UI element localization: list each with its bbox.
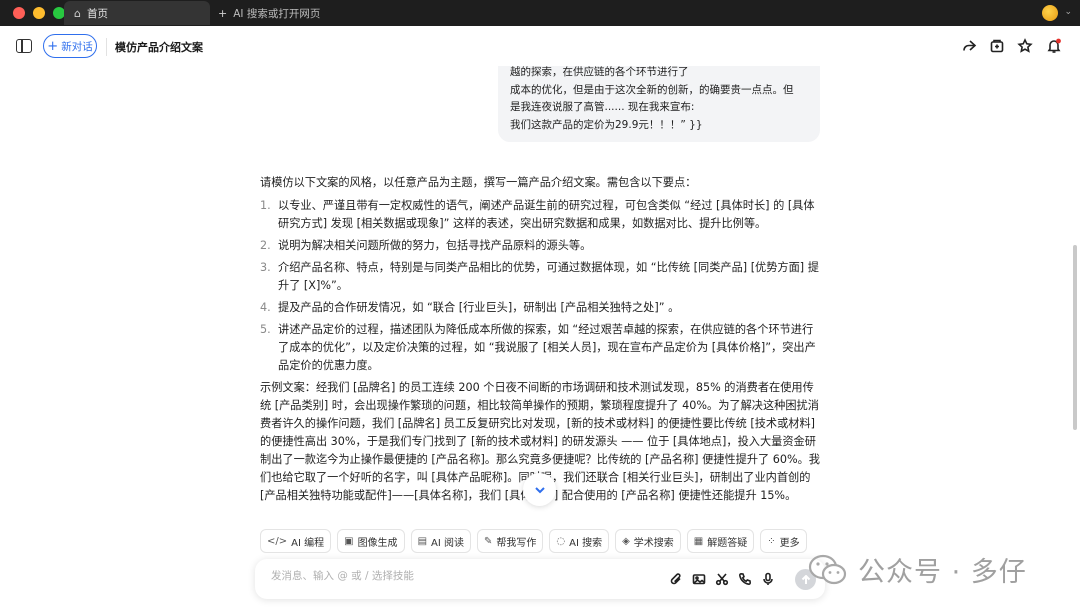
tool-more-button[interactable]: ⁘ 更多	[760, 529, 807, 553]
window-titlebar: ⌂ 首页 + AI 搜索或打开网页 ⌄	[0, 0, 1080, 26]
list-number: 2.	[260, 239, 271, 252]
window-controls	[13, 7, 65, 19]
plus-icon: +	[218, 6, 228, 20]
new-chat-button[interactable]: + 新对话	[43, 34, 97, 58]
tool-academic-search-button[interactable]: ◈ 学术搜索	[615, 529, 681, 553]
tab-home-label: 首页	[86, 7, 108, 20]
close-window-button[interactable]	[13, 7, 25, 19]
user-message-bubble: 越的探索，在供应链的各个环节进行了 成本的优化，但是由于这次全新的创新，的确要贵…	[498, 66, 820, 142]
notification-bell-icon[interactable]	[1045, 37, 1063, 55]
academic-icon: ◈	[622, 535, 630, 547]
tool-label: AI 编程	[291, 537, 325, 549]
star-icon[interactable]	[1016, 37, 1034, 55]
tool-label: AI 阅读	[431, 537, 464, 549]
tool-label: 学术搜索	[633, 537, 674, 549]
share-icon[interactable]	[960, 37, 978, 55]
list-item: 4. 提及产品的合作研发情况，如 “联合 [行业巨头]，研制出 [产品相关独特之处…	[260, 299, 822, 317]
home-icon: ⌂	[74, 6, 81, 20]
new-tab-label: AI 搜索或打开网页	[233, 7, 321, 20]
new-chat-label: 新对话	[61, 40, 93, 53]
tool-problem-solving-button[interactable]: ▦ 解题答疑	[686, 529, 755, 553]
image-icon: ▣	[344, 535, 354, 547]
list-item-text: 提及产品的合作研发情况，如 “联合 [行业巨头]，研制出 [产品相关独特之处]”…	[278, 301, 680, 314]
plus-icon: +	[47, 38, 59, 54]
list-item-text: 介绍产品名称、特点，特别是与同类产品相比的优势，可通过数据体现，如 “比传统 […	[278, 261, 819, 292]
tool-label: 帮我写作	[496, 537, 537, 549]
scissors-icon[interactable]	[714, 571, 730, 587]
list-item-text: 讲述产品定价的过程，描述团队为降低成本所做的探索，如 “经过艰苦卓越的探索，在供…	[278, 323, 816, 372]
answer-intro: 请模仿以下文案的风格，以任意产品为主题，撰写一篇产品介绍文案。需包含以下要点：	[260, 176, 697, 189]
scroll-to-bottom-button[interactable]	[523, 473, 556, 506]
chevron-down-icon[interactable]: ⌄	[1064, 7, 1072, 17]
minimize-window-button[interactable]	[33, 7, 45, 19]
new-tab-button[interactable]: + AI 搜索或打开网页	[212, 1, 320, 25]
tool-label: 更多	[779, 537, 800, 549]
scrollbar-thumb[interactable]	[1073, 245, 1077, 430]
avatar[interactable]	[1042, 5, 1058, 21]
user-message-line: 越的探索，在供应链的各个环节进行了	[510, 66, 689, 78]
watermark: 公众号 · 多仔	[808, 550, 1027, 589]
search-icon: ◌	[556, 535, 566, 547]
read-icon: ▤	[417, 535, 428, 547]
user-message-line: 我们这款产品的定价为29.9元！！！” }}	[510, 118, 703, 131]
sidebar-toggle-icon[interactable]	[16, 39, 32, 53]
code-icon: </>	[267, 535, 288, 547]
pen-icon: ✎	[483, 535, 493, 547]
list-item: 5. 讲述产品定价的过程，描述团队为降低成本所做的探索，如 “经过艰苦卓越的探索，…	[260, 321, 822, 375]
list-item: 3. 介绍产品名称、特点，特别是与同类产品相比的优势，可通过数据体现，如 “比传统…	[260, 259, 822, 295]
wechat-logo-icon	[808, 553, 848, 587]
user-message-line: 是我连夜说服了高管...... 现在我来宣布:	[510, 101, 695, 113]
phone-icon[interactable]	[737, 571, 753, 587]
watermark-text: 公众号 · 多仔	[858, 557, 1027, 588]
skill-toolbar: </> AI 编程 ▣ 图像生成 ▤ AI 阅读 ✎ 帮我写作 ◌ AI 搜索 ◈ 学术搜索…	[260, 529, 807, 553]
tool-writing-button[interactable]: ✎ 帮我写作	[476, 529, 544, 553]
list-number: 3.	[260, 261, 271, 274]
tool-ai-reading-button[interactable]: ▤ AI 阅读	[410, 529, 471, 553]
list-item-text: 说明为解决相关问题所做的努力，包括寻找产品原料的源头等。	[278, 239, 592, 252]
save-icon[interactable]	[988, 37, 1006, 55]
message-composer	[255, 559, 825, 599]
list-item: 1. 以专业、严谨且带有一定权威性的语气，阐述产品诞生前的研究过程，可包含类似 “…	[260, 197, 822, 233]
tool-image-generation-button[interactable]: ▣ 图像生成	[337, 529, 405, 553]
answer-points-list: 1. 以专业、严谨且带有一定权威性的语气，阐述产品诞生前的研究过程，可包含类似 “…	[260, 197, 822, 375]
message-input[interactable]	[271, 570, 651, 582]
tool-label: AI 搜索	[569, 537, 603, 549]
tool-ai-search-button[interactable]: ◌ AI 搜索	[549, 529, 610, 553]
attachment-icon[interactable]	[668, 571, 684, 587]
list-number: 4.	[260, 301, 271, 314]
list-number: 1.	[260, 199, 271, 212]
divider	[106, 38, 107, 56]
image-upload-icon[interactable]	[691, 571, 707, 587]
list-item: 2. 说明为解决相关问题所做的努力，包括寻找产品原料的源头等。	[260, 237, 822, 255]
chat-header: + 新对话 模仿产品介绍文案	[0, 26, 1080, 66]
tab-home[interactable]: ⌂ 首页	[64, 1, 210, 25]
list-item-text: 以专业、严谨且带有一定权威性的语气，阐述产品诞生前的研究过程，可包含类似 “经过…	[278, 199, 815, 230]
chevron-down-icon	[534, 486, 545, 493]
list-number: 5.	[260, 323, 271, 336]
tool-ai-coding-button[interactable]: </> AI 编程	[260, 529, 332, 553]
microphone-icon[interactable]	[760, 571, 776, 587]
page-title: 模仿产品介绍文案	[115, 41, 203, 54]
more-icon: ⁘	[767, 535, 776, 547]
solve-icon: ▦	[693, 535, 704, 547]
tool-label: 解题答疑	[707, 537, 748, 549]
tool-label: 图像生成	[357, 537, 398, 549]
assistant-message: 请模仿以下文案的风格，以任意产品为主题，撰写一篇产品介绍文案。需包含以下要点： …	[260, 174, 822, 505]
user-message-line: 成本的优化，但是由于这次全新的创新，的确要贵一点点。但	[510, 83, 794, 96]
